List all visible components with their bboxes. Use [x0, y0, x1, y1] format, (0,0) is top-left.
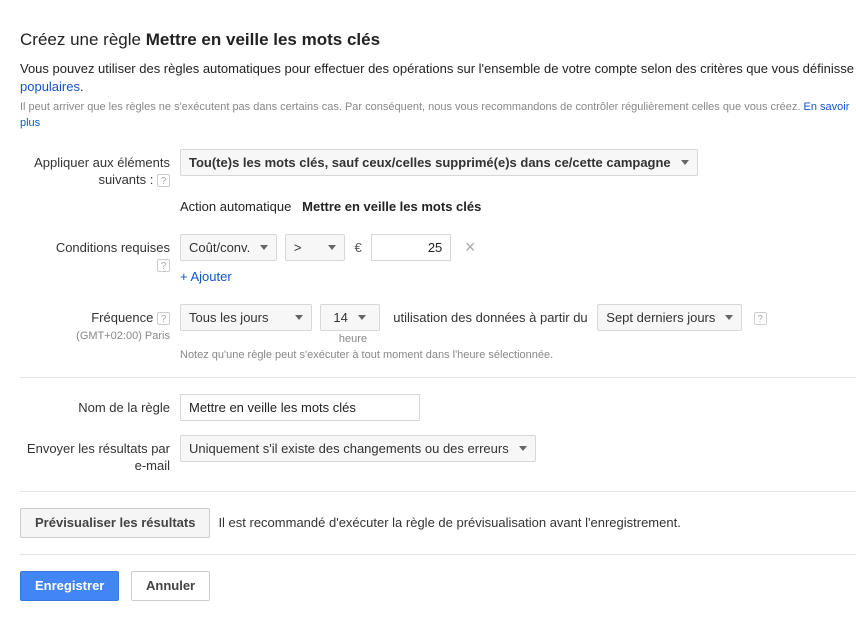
- divider: [20, 491, 856, 492]
- intro-sub: Il peut arriver que les règles ne s'exéc…: [20, 100, 856, 131]
- help-icon[interactable]: ?: [754, 312, 767, 325]
- hour-label: heure: [323, 333, 383, 345]
- auto-action-line: Action automatique Mettre en veille les …: [180, 199, 856, 214]
- title-bold: Mettre en veille les mots clés: [146, 30, 380, 49]
- condition-metric-select[interactable]: Coût/conv.: [180, 234, 277, 261]
- apply-to-selected: Tou(te)s les mots clés, sauf ceux/celles…: [189, 155, 671, 170]
- apply-to-label: Appliquer aux éléments suivants : ?: [20, 149, 180, 189]
- help-icon[interactable]: ?: [157, 312, 170, 325]
- title-prefix: Créez une règle: [20, 30, 141, 49]
- auto-action-value: Mettre en veille les mots clés: [302, 199, 481, 214]
- help-icon[interactable]: ?: [157, 259, 170, 272]
- using-data-label: utilisation des données à partir du: [393, 304, 587, 331]
- sub-body: Il peut arriver que les règles ne s'exéc…: [20, 101, 800, 113]
- frequency-hour-select[interactable]: 14: [320, 304, 380, 331]
- rule-name-input[interactable]: [180, 394, 420, 421]
- caret-down-icon: [519, 446, 527, 451]
- frequency-note: Notez qu'une règle peut s'exécuter à tou…: [180, 349, 856, 361]
- timezone-text: (GMT+02:00) Paris: [20, 329, 170, 343]
- remove-condition-icon[interactable]: ×: [465, 234, 476, 261]
- intro-body: Vous pouvez utiliser des règles automati…: [20, 61, 854, 76]
- conditions-label: Conditions requises ?: [20, 234, 180, 274]
- cancel-button[interactable]: Annuler: [131, 571, 210, 601]
- caret-down-icon: [260, 245, 268, 250]
- popular-rules-link[interactable]: populaires: [20, 79, 80, 94]
- divider: [20, 377, 856, 378]
- caret-down-icon: [295, 315, 303, 320]
- condition-value-input[interactable]: [371, 234, 451, 261]
- condition-operator-select[interactable]: >: [285, 234, 345, 261]
- caret-down-icon: [358, 315, 366, 320]
- save-button[interactable]: Enregistrer: [20, 571, 119, 601]
- frequency-range-select[interactable]: Sept derniers jours: [597, 304, 742, 331]
- currency-symbol: €: [352, 234, 367, 261]
- apply-to-select[interactable]: Tou(te)s les mots clés, sauf ceux/celles…: [180, 149, 698, 176]
- page-title: Créez une règle Mettre en veille les mot…: [20, 30, 856, 50]
- preview-results-button[interactable]: Prévisualiser les résultats: [20, 508, 210, 538]
- caret-down-icon: [725, 315, 733, 320]
- auto-action-label: Action automatique: [180, 199, 291, 214]
- divider: [20, 554, 856, 555]
- caret-down-icon: [328, 245, 336, 250]
- help-icon[interactable]: ?: [157, 174, 170, 187]
- add-condition-link[interactable]: + Ajouter: [180, 269, 232, 284]
- intro-text: Vous pouvez utiliser des règles automati…: [20, 60, 856, 96]
- frequency-label: Fréquence ? (GMT+02:00) Paris: [20, 304, 180, 343]
- email-results-label: Envoyer les résultats par e-mail: [20, 435, 180, 475]
- rule-name-label: Nom de la règle: [20, 394, 180, 417]
- frequency-every-select[interactable]: Tous les jours: [180, 304, 312, 331]
- caret-down-icon: [681, 160, 689, 165]
- email-results-select[interactable]: Uniquement s'il existe des changements o…: [180, 435, 536, 462]
- preview-hint: Il est recommandé d'exécuter la règle de…: [218, 515, 680, 530]
